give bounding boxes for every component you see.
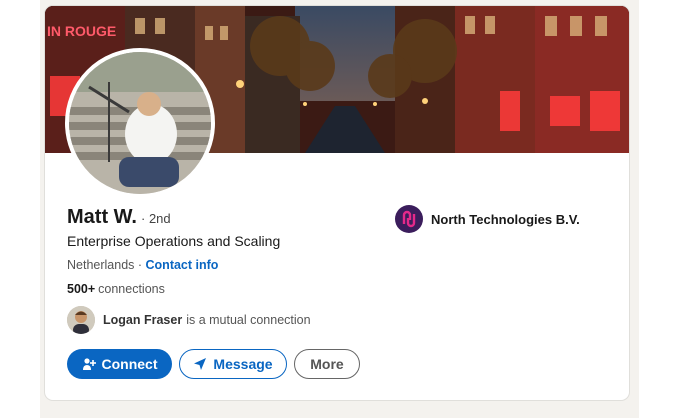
profile-card: IN ROUGE Matt W. · 2nd Enterprise Operat… <box>45 6 629 400</box>
profile-headline: Enterprise Operations and Scaling <box>67 233 281 249</box>
company-logo-icon <box>395 205 423 233</box>
mutual-connection-text: is a mutual connection <box>186 313 311 327</box>
page-margin-right <box>639 0 690 418</box>
profile-location: Netherlands <box>67 258 135 272</box>
connections-row[interactable]: 500+ connections <box>67 282 165 296</box>
more-button[interactable]: More <box>294 349 360 379</box>
more-button-label: More <box>310 356 344 372</box>
company-name: North Technologies B.V. <box>431 211 580 227</box>
connections-label: connections <box>98 282 165 296</box>
location-row: Netherlands · Contact info <box>67 258 218 272</box>
profile-photo <box>69 52 211 194</box>
name-row: Matt W. · 2nd <box>67 206 171 229</box>
page-margin-left <box>0 0 40 418</box>
message-button[interactable]: Message <box>179 349 287 379</box>
send-icon <box>193 357 207 371</box>
banner-sign-text: IN ROUGE <box>47 23 116 39</box>
connection-degree: · 2nd <box>141 211 171 226</box>
connect-button-label: Connect <box>101 356 158 372</box>
connections-count: 500+ <box>67 282 96 296</box>
location-separator: · <box>134 258 146 272</box>
contact-info-link[interactable]: Contact info <box>146 258 219 272</box>
connect-button[interactable]: Connect <box>67 349 172 379</box>
current-company[interactable]: North Technologies B.V. <box>395 205 580 233</box>
mutual-connection-avatar <box>67 306 95 334</box>
mutual-connection-row[interactable]: Logan Fraser is a mutual connection <box>67 306 311 334</box>
profile-actions: Connect Message More <box>67 349 360 379</box>
mutual-connection-name: Logan Fraser <box>103 313 183 327</box>
profile-name: Matt W. <box>67 206 137 228</box>
profile-avatar[interactable] <box>65 48 215 198</box>
message-button-label: Message <box>213 356 273 372</box>
add-person-icon <box>82 357 96 371</box>
